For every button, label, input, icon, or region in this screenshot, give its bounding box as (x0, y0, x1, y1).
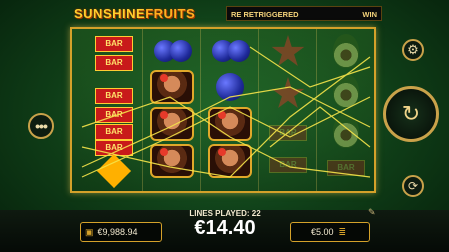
star-icon (271, 35, 305, 66)
bar-symbol: BAR (327, 159, 365, 176)
ticker-right-text: WIN (362, 10, 377, 19)
balance-display[interactable]: ▣ €9,988.94 (80, 222, 162, 242)
woman-symbol (203, 105, 257, 142)
woman-icon (150, 69, 194, 104)
blueberry-icon (216, 72, 244, 101)
woman-icon (150, 106, 194, 141)
bar-symbol: BAR (269, 124, 307, 141)
coins-icon: ≣ (338, 226, 347, 237)
avocado-icon (333, 34, 359, 68)
bar-symbol: BAR (95, 55, 133, 71)
avocado-symbol (319, 71, 373, 111)
woman-icon (208, 106, 252, 141)
blueberry-icon (208, 34, 252, 66)
woman-icon (208, 143, 252, 178)
blueberry-symbol (203, 68, 257, 105)
bet-selector[interactable]: €5.00 ≣ (290, 222, 370, 242)
star-symbol (261, 31, 315, 73)
bar-symbol-stack: BAR BAR (86, 31, 142, 83)
bell-symbol (87, 151, 141, 191)
reel-3 (202, 31, 258, 189)
logo-sunshine: SUNSHINE (74, 6, 146, 21)
reel-5: BAR (318, 31, 374, 189)
wallet-icon: ▣ (85, 226, 94, 237)
bar-symbol-cell: BAR (261, 115, 315, 147)
reel-divider (142, 29, 143, 191)
reel-4: BAR BAR (260, 31, 316, 189)
settings-button[interactable]: ⚙ (402, 39, 424, 61)
logo-fruits: FRUITS (145, 6, 196, 21)
blueberry-symbol (145, 31, 199, 68)
autoplay-icon: ⟳ (407, 179, 419, 193)
bar-symbol-stack: BAR BAR BAR (86, 83, 142, 140)
reel-1: BAR BAR BAR BAR BAR BAR (86, 31, 142, 189)
blueberry-icon (150, 34, 194, 66)
bar-symbol: BAR (95, 36, 133, 52)
bet-value: €5.00 (311, 227, 334, 237)
woman-icon (150, 143, 194, 178)
message-ticker: RE RETRIGGERED WIN (226, 6, 382, 21)
reels-frame: BAR BAR BAR BAR BAR BAR BAR BAR BAR (70, 27, 376, 193)
woman-symbol (145, 105, 199, 142)
edit-icon[interactable]: ✎ (368, 207, 376, 218)
avocado-icon (333, 114, 359, 148)
avocado-symbol (319, 31, 373, 71)
star-symbol (261, 73, 315, 115)
spin-arrow-icon: ↻ (401, 101, 421, 126)
woman-symbol (145, 142, 199, 179)
bar-symbol: BAR (95, 88, 133, 104)
menu-button[interactable]: ••• (28, 113, 54, 139)
bell-icon (97, 154, 131, 188)
ticker-text: RE RETRIGGERED (231, 10, 299, 19)
bar-symbol-cell: BAR (261, 147, 315, 179)
bar-symbol: BAR (95, 107, 133, 123)
reel-2 (144, 31, 200, 189)
star-icon (271, 77, 305, 108)
bar-symbol-cell: BAR (319, 151, 373, 181)
gear-icon: ⚙ (407, 42, 419, 57)
reel-divider (258, 29, 259, 191)
avocado-symbol (319, 111, 373, 151)
reel-divider (316, 29, 317, 191)
blueberry-symbol (203, 31, 257, 68)
woman-symbol (203, 142, 257, 179)
autoplay-button[interactable]: ⟳ (402, 175, 424, 197)
game-logo: SUNSHINEFRUITS (74, 6, 195, 21)
spin-button[interactable]: ↻ (383, 86, 439, 142)
ellipsis-icon: ••• (35, 118, 48, 134)
reel-divider (200, 29, 201, 191)
woman-symbol (145, 68, 199, 105)
win-amount: €14.40 (194, 217, 256, 239)
avocado-icon (333, 74, 359, 108)
balance-value: €9,988.94 (97, 227, 138, 237)
bar-symbol: BAR (269, 156, 307, 173)
